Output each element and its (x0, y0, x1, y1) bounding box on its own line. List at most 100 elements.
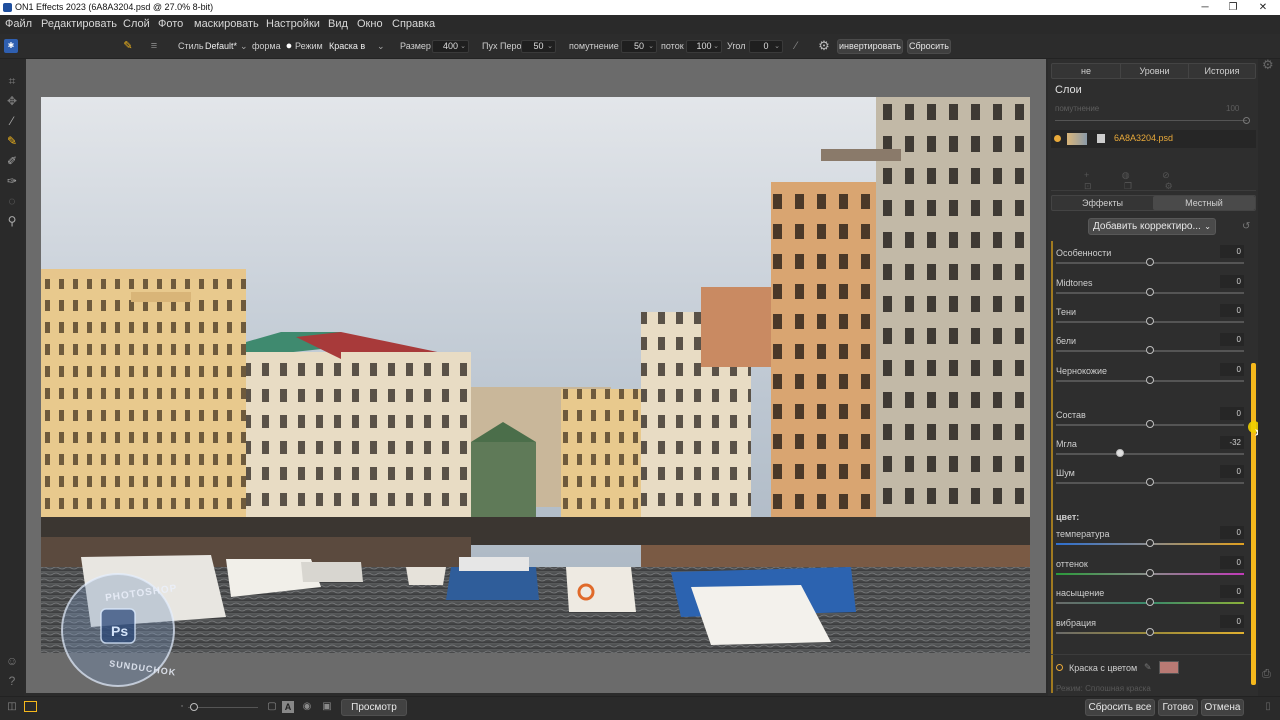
layer-mask-icon[interactable] (1097, 134, 1105, 143)
menu-window[interactable]: Окно (357, 18, 383, 30)
move-icon[interactable]: ✥ (4, 93, 20, 109)
slider-knob[interactable] (1146, 376, 1154, 384)
slider-noise[interactable]: Шум 0 (1056, 465, 1244, 496)
text-icon[interactable]: A (282, 701, 294, 713)
slider-temperature[interactable]: температура 0 (1056, 526, 1244, 557)
brush-icon[interactable]: ⁄ (4, 113, 20, 129)
slider-haze[interactable]: Мгла -32 (1056, 436, 1244, 467)
masking-brush-icon[interactable]: ✎ (4, 133, 20, 149)
layer-name[interactable]: 6A8A3204.psd (1114, 133, 1173, 143)
retouch-icon[interactable]: ✑ (4, 173, 20, 189)
cancel-button[interactable]: Отмена (1201, 699, 1244, 716)
user-icon[interactable]: ☺ (4, 653, 20, 669)
zoom-track[interactable] (188, 707, 258, 708)
gear-icon[interactable]: ⚙ (1262, 57, 1274, 73)
layer-row[interactable]: 6A8A3204.psd (1051, 130, 1256, 148)
expand-icon[interactable]: ▯ (1262, 701, 1274, 713)
mask-view-icon[interactable] (24, 701, 37, 712)
slider-tint[interactable]: оттенок 0 (1056, 556, 1244, 587)
tab-local[interactable]: Местный (1153, 196, 1255, 210)
menu-help[interactable]: Справка (392, 18, 435, 30)
slider-value[interactable]: -32 (1220, 436, 1244, 449)
slider-value[interactable]: 0 (1220, 465, 1244, 478)
tab-levels[interactable]: Уровни (1120, 64, 1188, 78)
slider-saturation[interactable]: насыщение 0 (1056, 585, 1244, 616)
angle-input[interactable]: 0 ⌄ (749, 40, 783, 53)
tab-browse[interactable]: не (1052, 64, 1120, 78)
menu-view[interactable]: Вид (328, 18, 348, 30)
chevron-down-icon[interactable]: ⌄ (240, 41, 248, 52)
slider-knob[interactable] (1146, 317, 1154, 325)
brush-preset-icon[interactable]: ✱ (4, 39, 18, 53)
slider-knob[interactable] (1146, 569, 1154, 577)
minimize-button[interactable]: ─ (1191, 0, 1219, 15)
pen-pressure-icon[interactable]: ⁄ (789, 39, 803, 53)
panel-scrollbar[interactable] (1251, 363, 1256, 685)
selection-icon[interactable]: ◌ (4, 193, 20, 209)
size-input[interactable]: 400 ⌄ (432, 40, 469, 53)
slider-vibrance[interactable]: вибрация 0 (1056, 615, 1244, 646)
canvas-area[interactable]: PHOTOSHOP Ps SUNDUCHOK (26, 59, 1046, 693)
circle-icon[interactable]: ◉ (301, 701, 313, 713)
masking-bug-icon[interactable]: ✐ (4, 153, 20, 169)
slider-shadows[interactable]: Тени 0 (1056, 304, 1244, 335)
restore-button[interactable]: ❐ (1219, 0, 1247, 15)
slider-value[interactable]: 0 (1220, 556, 1244, 569)
photo-preview[interactable] (41, 97, 1030, 653)
slider-value[interactable]: 0 (1220, 363, 1244, 376)
color-swatch[interactable] (1159, 661, 1179, 674)
slider-whites[interactable]: бели 0 (1056, 333, 1244, 364)
brush-settings-icon[interactable]: ≡ (147, 39, 161, 53)
invert-button[interactable]: инвертировать (837, 39, 903, 54)
preview-button[interactable]: Просмотр (341, 699, 407, 716)
slider-features[interactable]: Особенности 0 (1056, 245, 1244, 276)
print-icon[interactable]: ⎙ (1262, 668, 1271, 681)
tab-history[interactable]: История (1188, 64, 1255, 78)
flow-input[interactable]: 100 ⌄ (686, 40, 722, 53)
add-adjustment-dropdown[interactable]: Добавить корректиро... ⌄ (1088, 218, 1216, 235)
help-icon[interactable]: ? (4, 673, 20, 689)
chevron-down-icon[interactable]: ⌄ (377, 41, 385, 52)
reset-icon[interactable]: ↺ (1242, 221, 1250, 232)
slider-value[interactable]: 0 (1220, 407, 1244, 420)
slider-midtones[interactable]: Midtones 0 (1056, 275, 1244, 306)
menu-layer[interactable]: Слой (123, 18, 150, 30)
feather-input[interactable]: 50 ⌄ (521, 40, 556, 53)
menu-file[interactable]: Файл (5, 18, 32, 30)
slider-knob[interactable] (1115, 449, 1124, 457)
slider-knob[interactable] (1146, 346, 1154, 354)
slider-knob[interactable] (1146, 420, 1154, 428)
slider-track[interactable] (1056, 453, 1244, 455)
brush-tool-icon[interactable]: ✎ (121, 39, 135, 53)
slider-knob[interactable] (1146, 288, 1154, 296)
color-paint-toggle[interactable] (1056, 664, 1063, 671)
panels-icon[interactable]: ◫ (6, 701, 18, 713)
tab-effects[interactable]: Эффекты (1052, 196, 1153, 210)
slider-knob[interactable] (1146, 478, 1154, 486)
eyedropper-icon[interactable]: ✎ (1144, 662, 1152, 673)
slider-value[interactable]: 0 (1220, 585, 1244, 598)
compare-icon[interactable]: ▢ (266, 701, 278, 713)
slider-value[interactable]: 0 (1220, 304, 1244, 317)
slider-knob[interactable] (1146, 628, 1154, 636)
slider-knob[interactable] (1146, 258, 1154, 266)
reset-button[interactable]: Сбросить (907, 39, 951, 54)
zoom-out-icon[interactable]: ▫ (176, 701, 188, 713)
slider-knob[interactable] (1146, 539, 1154, 547)
layer-opacity-knob[interactable] (1243, 117, 1250, 124)
mode-select[interactable]: Краска в (329, 41, 365, 51)
menu-mask[interactable]: маскировать (194, 18, 259, 30)
crop-icon[interactable]: ⌗ (4, 73, 20, 89)
slider-value[interactable]: 0 (1220, 245, 1244, 258)
zoom-knob[interactable] (190, 703, 198, 711)
slider-value[interactable]: 0 (1220, 333, 1244, 346)
slider-value[interactable]: 0 (1220, 275, 1244, 288)
menu-edit[interactable]: Редактировать (41, 18, 117, 30)
layer-actions[interactable]: + ◍ ⊘ ⊡ ❐ ⚙ (1084, 170, 1224, 191)
style-select[interactable]: Default* (205, 41, 237, 51)
layer-opacity-track[interactable] (1055, 120, 1247, 121)
image-icon[interactable]: ▣ (321, 701, 333, 713)
menu-settings[interactable]: Настройки (266, 18, 320, 30)
layer-visibility-icon[interactable] (1054, 135, 1061, 142)
slider-value[interactable]: 0 (1220, 615, 1244, 628)
